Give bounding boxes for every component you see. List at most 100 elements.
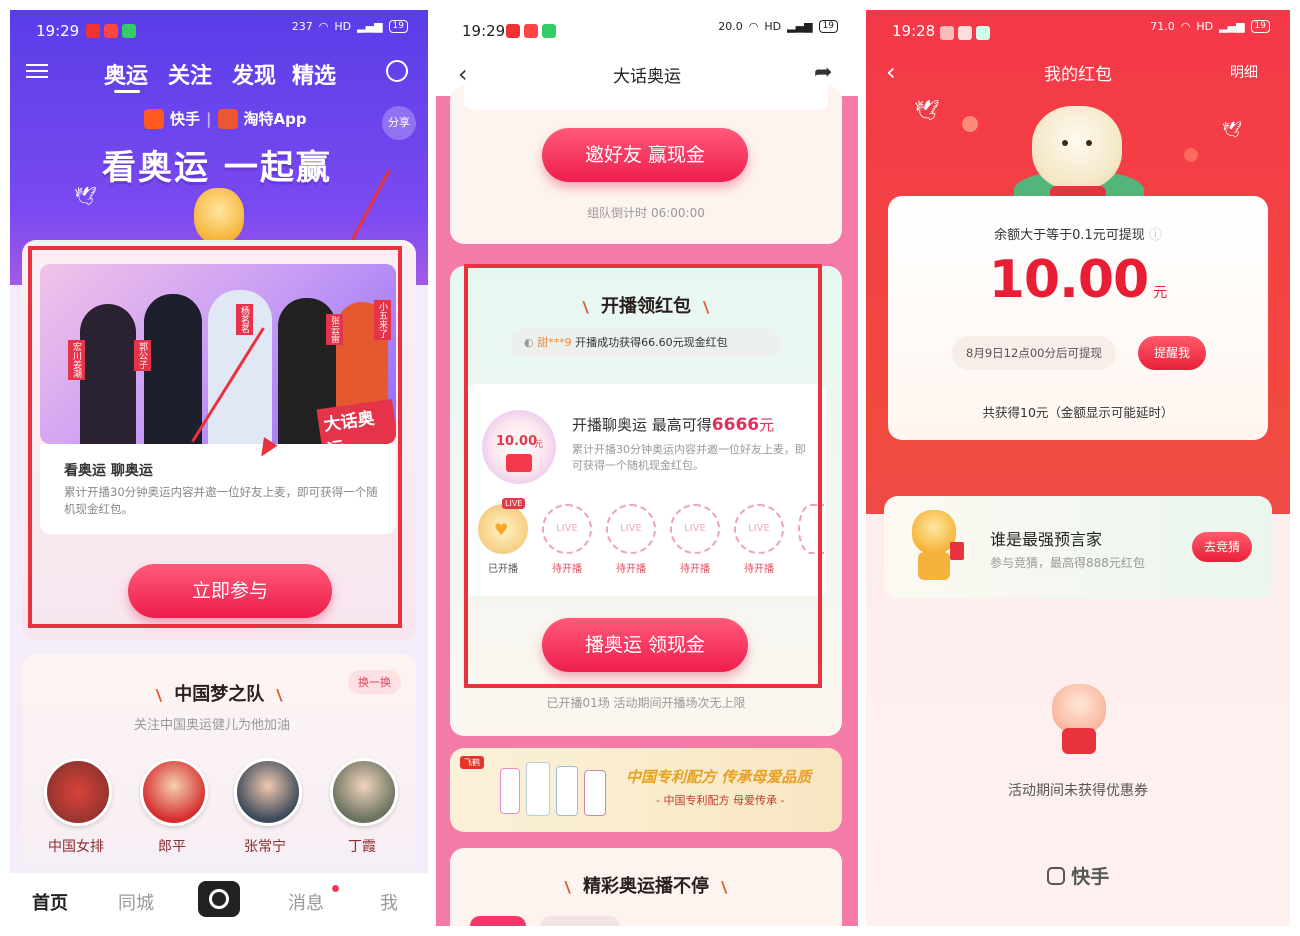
dream-team-subtitle: 关注中国奥运健儿为他加油: [134, 718, 291, 733]
mascot-body: [918, 552, 950, 580]
athlete-avatar[interactable]: [140, 758, 208, 826]
athlete-name: 郎平: [158, 839, 186, 855]
page-title: 我的红包: [1044, 65, 1112, 85]
invite-button[interactable]: 邀好友 赢现金: [542, 128, 748, 182]
athlete-name: 丁霞: [348, 839, 376, 855]
battery-icon: 19: [388, 20, 408, 33]
status-bar: 19:29 20.0 ◠ HD ▂▄▆ 19: [436, 10, 858, 50]
athlete-avatar[interactable]: [234, 758, 302, 826]
notification-icons: [506, 24, 556, 38]
network-speed: 20.0: [718, 20, 743, 33]
signal-icon: ▂▄▆: [787, 20, 813, 33]
withdraw-hint: 余额大于等于0.1元可提现 ⓘ: [994, 228, 1162, 243]
headline: 看奥运 一起赢: [102, 148, 332, 188]
mascot-icon: [1032, 106, 1122, 190]
camera-button[interactable]: [198, 881, 240, 917]
menu-icon[interactable]: [26, 60, 48, 82]
scroll-content: 邀好友 赢现金 组队倒计时 06:00:00 ﹨ 开播领红包 ﹨ ◐ 甜***9…: [436, 86, 858, 926]
search-icon[interactable]: [386, 60, 408, 82]
guess-button[interactable]: 去竞猜: [1192, 532, 1252, 562]
highlight-box: [28, 246, 402, 628]
highlight-box: [464, 264, 822, 688]
invite-card: 邀好友 赢现金 组队倒计时 06:00:00: [450, 86, 842, 244]
total-text: 共获得10元（金额显示可能延时）: [982, 405, 1174, 420]
dream-team-card: ﹨ 中国梦之队 ﹨ 换一换 关注中国奥运健儿为他加油 中国女排 郎平 张常宁 丁…: [22, 654, 416, 884]
crying-mascot-icon: [1052, 684, 1106, 734]
hd-label: HD: [764, 20, 782, 33]
share-icon[interactable]: ➦: [814, 60, 832, 85]
formula-ad-banner[interactable]: 飞鹤 中国专利配方 传承母爱品质 - 中国专利配方 母爱传承 -: [450, 748, 842, 832]
brand-row: 快手 | 淘特App: [144, 108, 307, 129]
bottom-nav: 首页 同城 消息 我: [10, 872, 428, 926]
highlights-card: ﹨ 精彩奥运播不停 ﹨: [450, 848, 842, 926]
ad-brand: 飞鹤: [460, 756, 484, 769]
red-envelope-icon: [950, 542, 964, 560]
nav-home[interactable]: 首页: [32, 889, 68, 915]
hd-label: HD: [334, 20, 352, 33]
withdraw-time: 8月9日12点00分后可提现: [952, 336, 1116, 370]
filter-pill[interactable]: [470, 916, 526, 926]
kuaishou-logo-icon: [144, 108, 164, 129]
count-text: 已开播01场 活动期间开播场次无上限: [546, 696, 746, 710]
network-speed: 237: [291, 20, 313, 33]
notification-icons: [940, 26, 990, 40]
nav-me[interactable]: 我: [380, 889, 398, 915]
nav-local[interactable]: 同城: [118, 889, 154, 915]
kuaishou-logo-icon: [1046, 867, 1065, 885]
tab-olympics[interactable]: 奥运: [104, 58, 148, 90]
hd-label: HD: [1196, 20, 1214, 33]
camera-icon: [209, 889, 229, 909]
tab-featured[interactable]: 精选: [292, 58, 336, 90]
wifi-icon: ◠: [1180, 20, 1191, 33]
wifi-icon: ◠: [748, 20, 759, 33]
ad-subtitle: - 中国专利配方 母爱传承 -: [656, 794, 785, 807]
prophet-title: 谁是最强预言家: [990, 530, 1103, 549]
balance-amount: 10.00: [988, 250, 1149, 310]
lantern-icon: [962, 116, 978, 132]
olympics-talk-screen: 19:29 20.0 ◠ HD ▂▄▆ 19 ‹ 大话奥运 ➦ 邀好友 赢现金 …: [436, 10, 858, 926]
dream-team-title: ﹨ 中国梦之队 ﹨: [150, 684, 289, 705]
kuaishou-home-screen: 19:29 237 ◠ HD ▂▄▆ 19 奥运 关注 发现 精选 快手 | 淘…: [10, 10, 428, 926]
signal-icon: ▂▄▆: [357, 20, 383, 33]
balance: 10.00 元: [888, 250, 1268, 310]
athlete-name: 张常宁: [244, 839, 286, 855]
bird-icon: 🕊: [74, 186, 97, 207]
wifi-icon: ◠: [318, 20, 329, 33]
prophet-card[interactable]: 谁是最强预言家 参与竞猜，最高得888元红包 去竞猜: [884, 496, 1272, 598]
page-title: 大话奥运: [613, 67, 681, 87]
athlete-name: 中国女排: [48, 839, 104, 855]
footer-brand: 快手: [866, 862, 1290, 889]
status-bar: 19:28 71.0 ◠ HD ▂▄▆ 19: [866, 10, 1290, 50]
tab-follow[interactable]: 关注: [168, 58, 212, 90]
battery-icon: 19: [818, 20, 838, 33]
share-button[interactable]: 分享: [382, 106, 416, 140]
battery-icon: 19: [1250, 20, 1270, 33]
countdown-text: 组队倒计时 06:00:00: [587, 206, 705, 220]
taote-logo-icon: [217, 108, 238, 129]
prophet-subtitle: 参与竞猜，最高得888元红包: [990, 556, 1145, 570]
nav-messages[interactable]: 消息: [288, 889, 324, 915]
athlete-avatar[interactable]: [44, 758, 112, 826]
help-icon[interactable]: ⓘ: [1149, 228, 1162, 243]
bird-icon: 🕊: [1222, 120, 1243, 139]
bird-icon: 🕊: [914, 98, 940, 122]
unread-dot: [332, 885, 339, 892]
signal-icon: ▂▄▆: [1219, 20, 1245, 33]
status-time: 19:29: [462, 22, 506, 40]
ad-title: 中国专利配方 传承母爱品质: [626, 768, 812, 786]
network-speed: 71.0: [1150, 20, 1175, 33]
filter-pill[interactable]: [540, 916, 620, 926]
remind-button[interactable]: 提醒我: [1138, 336, 1206, 370]
notification-icons: [86, 24, 136, 38]
lantern-icon: [1184, 148, 1198, 162]
detail-link[interactable]: 明细: [1230, 62, 1258, 82]
my-red-packet-screen: 19:28 71.0 ◠ HD ▂▄▆ 19 ‹ 我的红包 明细 🕊 🕊 余额大…: [866, 10, 1290, 926]
status-time: 19:29: [36, 22, 80, 40]
athlete-avatar[interactable]: [330, 758, 398, 826]
balance-card: 余额大于等于0.1元可提现 ⓘ 10.00 元 8月9日12点00分后可提现 提…: [888, 196, 1268, 440]
mascot-icon: [194, 188, 244, 244]
mascot-body: [1062, 728, 1096, 754]
brand-kuaishou: 快手: [170, 110, 201, 128]
tab-discover[interactable]: 发现: [232, 58, 276, 90]
swap-button[interactable]: 换一换: [348, 670, 401, 694]
